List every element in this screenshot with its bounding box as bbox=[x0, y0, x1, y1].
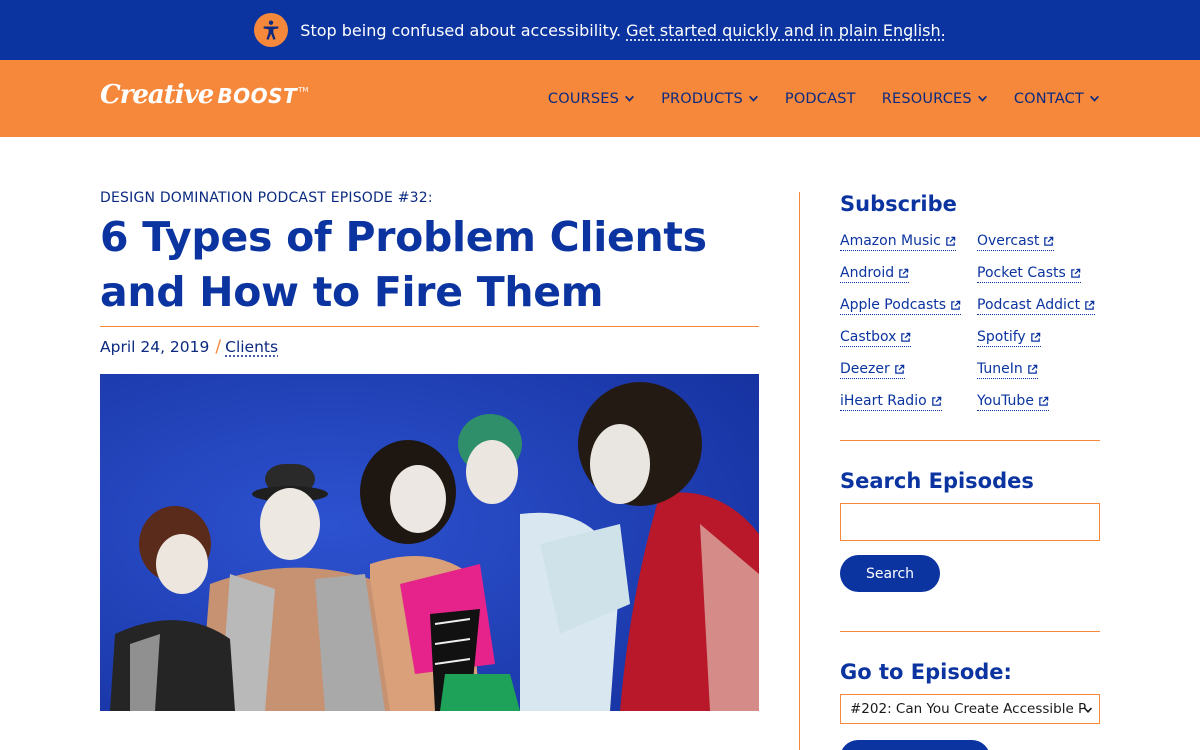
category-link[interactable]: Clients bbox=[225, 338, 278, 356]
subscribe-link-iheart-radio[interactable]: iHeart Radio bbox=[840, 393, 942, 411]
post-meta: April 24, 2019 / Clients bbox=[100, 337, 278, 357]
link-label: YouTube bbox=[977, 393, 1034, 409]
external-link-icon bbox=[951, 300, 961, 310]
external-link-icon bbox=[1027, 364, 1038, 374]
subscribe-link-podcast-addict[interactable]: Podcast Addict bbox=[977, 297, 1096, 315]
subscribe-link-android[interactable]: Android bbox=[840, 265, 910, 283]
link-label: Overcast bbox=[977, 233, 1040, 249]
external-link-icon bbox=[1071, 268, 1081, 278]
nav-podcast-label: PODCAST bbox=[784, 90, 856, 107]
episode-kicker: DESIGN DOMINATION PODCAST EPISODE #32: bbox=[100, 190, 433, 206]
nav-contact[interactable]: CONTACT bbox=[1014, 91, 1100, 107]
nav-resources-label: RESOURCES bbox=[881, 90, 972, 107]
column-divider bbox=[799, 192, 800, 750]
sidebar-divider bbox=[840, 440, 1100, 441]
search-episodes-heading: Search Episodes bbox=[840, 469, 1034, 493]
chevron-down-icon bbox=[1090, 95, 1099, 102]
subscribe-link-spotify[interactable]: Spotify bbox=[977, 329, 1041, 347]
chevron-down-icon bbox=[748, 95, 758, 102]
subscribe-link-tunein[interactable]: TuneIn bbox=[977, 361, 1038, 379]
site-header: Creative BOOST TM COURSES PRODUCTS PODCA… bbox=[0, 60, 1200, 137]
link-label: Spotify bbox=[977, 329, 1026, 345]
external-link-icon bbox=[1044, 236, 1054, 246]
external-link-icon bbox=[894, 364, 905, 374]
banner-text: Stop being confused about accessibility. bbox=[300, 20, 622, 40]
link-label: Castbox bbox=[840, 329, 897, 345]
nav-products-label: PRODUCTS bbox=[661, 90, 743, 107]
nav-products[interactable]: PRODUCTS bbox=[661, 91, 759, 107]
external-link-icon bbox=[901, 332, 911, 342]
external-link-icon bbox=[946, 236, 956, 246]
post-date: April 24, 2019 bbox=[100, 338, 210, 356]
subscribe-link-overcast[interactable]: Overcast bbox=[977, 233, 1055, 251]
external-link-icon bbox=[899, 268, 909, 278]
external-link-icon bbox=[1085, 300, 1095, 310]
subscribe-links: Amazon Music Overcast Android Pocket Cas… bbox=[840, 230, 1100, 411]
accessibility-banner: Stop being confused about accessibility.… bbox=[0, 0, 1200, 60]
link-label: Amazon Music bbox=[840, 233, 941, 249]
episode-select-value: #202: Can You Create Accessible P bbox=[850, 701, 1087, 717]
banner-get-started-link[interactable]: Get started quickly and in plain English… bbox=[626, 21, 946, 40]
subscribe-link-apple-podcasts[interactable]: Apple Podcasts bbox=[840, 297, 962, 315]
link-label: iHeart Radio bbox=[840, 393, 927, 409]
link-label: Deezer bbox=[840, 361, 890, 377]
title-divider bbox=[100, 326, 759, 327]
external-link-icon bbox=[931, 396, 941, 406]
subscribe-link-castbox[interactable]: Castbox bbox=[840, 329, 912, 347]
link-label: Apple Podcasts bbox=[840, 297, 947, 313]
search-input[interactable] bbox=[840, 503, 1100, 541]
link-label: Podcast Addict bbox=[977, 297, 1081, 313]
go-to-episode-button[interactable] bbox=[840, 740, 990, 750]
nav-contact-label: CONTACT bbox=[1013, 90, 1084, 107]
subscribe-link-amazon-music[interactable]: Amazon Music bbox=[840, 233, 956, 251]
logo-creative-text: Creative bbox=[100, 80, 214, 110]
link-label: TuneIn bbox=[977, 361, 1023, 377]
main-nav: COURSES PRODUCTS PODCAST RESOURCES CONTA… bbox=[548, 60, 1100, 137]
nav-resources[interactable]: RESOURCES bbox=[882, 91, 988, 107]
nav-courses-label: COURSES bbox=[547, 90, 620, 107]
chevron-down-icon bbox=[977, 95, 987, 102]
subscribe-link-pocket-casts[interactable]: Pocket Casts bbox=[977, 265, 1081, 283]
featured-image bbox=[100, 374, 759, 711]
logo-trademark: TM bbox=[298, 86, 309, 94]
page-title: 6 Types of Problem Clients and How to Fi… bbox=[100, 213, 707, 316]
accessibility-icon bbox=[254, 13, 289, 47]
link-label: Android bbox=[840, 265, 895, 281]
link-label: Pocket Casts bbox=[977, 265, 1066, 281]
episode-select[interactable]: #202: Can You Create Accessible P bbox=[840, 694, 1100, 724]
go-to-episode-heading: Go to Episode: bbox=[840, 660, 1012, 684]
external-link-icon bbox=[1039, 396, 1049, 406]
sidebar-divider bbox=[840, 631, 1100, 632]
subscribe-link-deezer[interactable]: Deezer bbox=[840, 361, 905, 379]
chevron-down-icon bbox=[625, 95, 635, 102]
nav-podcast[interactable]: PODCAST bbox=[785, 91, 856, 107]
subscribe-heading: Subscribe bbox=[840, 192, 957, 216]
nav-courses[interactable]: COURSES bbox=[548, 91, 635, 107]
meta-separator: / bbox=[215, 337, 222, 357]
search-button[interactable]: Search bbox=[840, 555, 940, 592]
creative-boost-logo[interactable]: Creative BOOST TM bbox=[100, 80, 308, 116]
chevron-down-icon bbox=[1083, 707, 1093, 713]
external-link-icon bbox=[1030, 332, 1040, 342]
logo-boost-text: BOOST bbox=[217, 84, 298, 108]
subscribe-link-youtube[interactable]: YouTube bbox=[977, 393, 1049, 411]
